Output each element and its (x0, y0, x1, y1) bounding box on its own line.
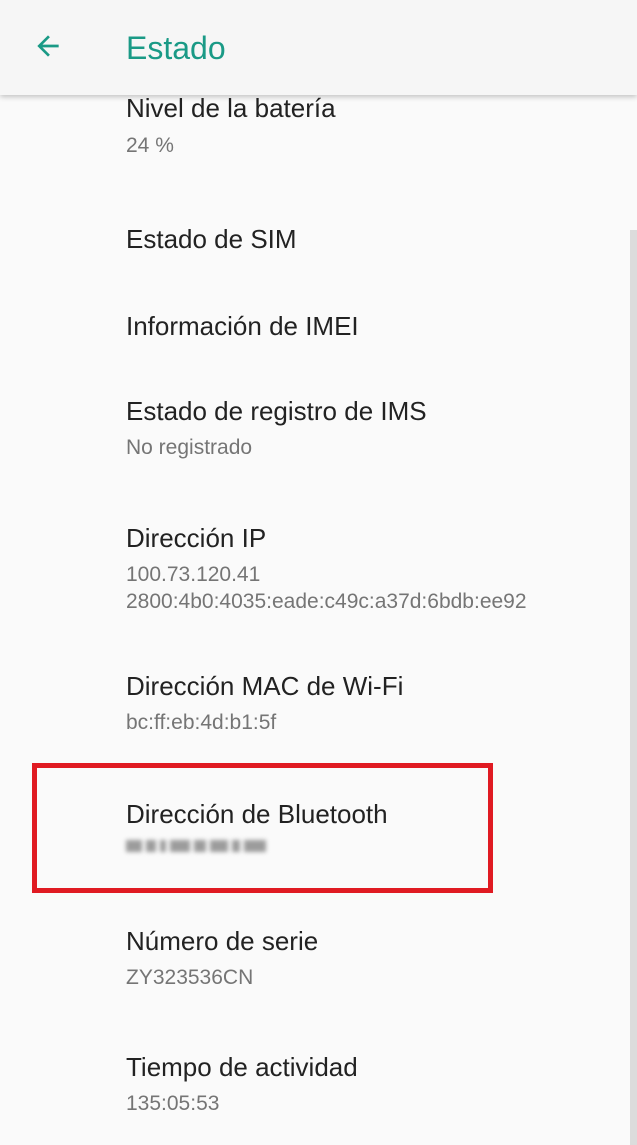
item-summary: 135:05:53 (126, 1092, 220, 1115)
item-title: Dirección IP (126, 523, 267, 553)
settings-list[interactable]: Nivel de la batería 24 % Estado de SIM I… (0, 95, 637, 1145)
ims-registration-item[interactable]: Estado de registro de IMS No registrado (0, 368, 637, 495)
item-summary: ZY323536CN (126, 966, 254, 989)
item-title: Estado de registro de IMS (126, 396, 427, 426)
item-title: Información de IMEI (126, 311, 359, 341)
scrollbar[interactable] (630, 230, 637, 1145)
serial-number-item[interactable]: Número de serie ZY323536CN (0, 898, 637, 1024)
page-title: Estado (126, 30, 226, 66)
imei-info-item[interactable]: Información de IMEI (0, 283, 637, 368)
item-summary: No registrado (126, 436, 253, 459)
uptime-item[interactable]: Tiempo de actividad 135:05:53 (0, 1024, 637, 1145)
app-bar: Estado (0, 0, 637, 95)
item-summary: 100.73.120.41 2800:4b0:4035:eade:c49c:a3… (126, 563, 527, 613)
item-title: Nivel de la batería (126, 95, 336, 123)
item-title: Tiempo de actividad (126, 1052, 358, 1082)
item-summary: bc:ff:eb:4d:b1:5f (126, 711, 277, 734)
item-title: Dirección MAC de Wi-Fi (126, 671, 404, 701)
arrow-left-icon (37, 35, 59, 57)
item-summary: 24 % (126, 134, 174, 157)
item-title: Estado de SIM (126, 224, 297, 254)
wifi-mac-item[interactable]: Dirección MAC de Wi-Fi bc:ff:eb:4d:b1:5f (0, 643, 637, 770)
back-button[interactable] (24, 22, 72, 70)
redacted-bluetooth-address (126, 837, 326, 852)
battery-level-item[interactable]: Nivel de la batería 24 % (0, 95, 637, 166)
bluetooth-address-item[interactable]: Dirección de Bluetooth (0, 770, 637, 898)
sim-status-item[interactable]: Estado de SIM (0, 196, 637, 283)
item-title: Número de serie (126, 926, 319, 956)
ip-address-item[interactable]: Dirección IP 100.73.120.41 2800:4b0:4035… (0, 495, 637, 643)
item-title: Dirección de Bluetooth (126, 799, 388, 829)
